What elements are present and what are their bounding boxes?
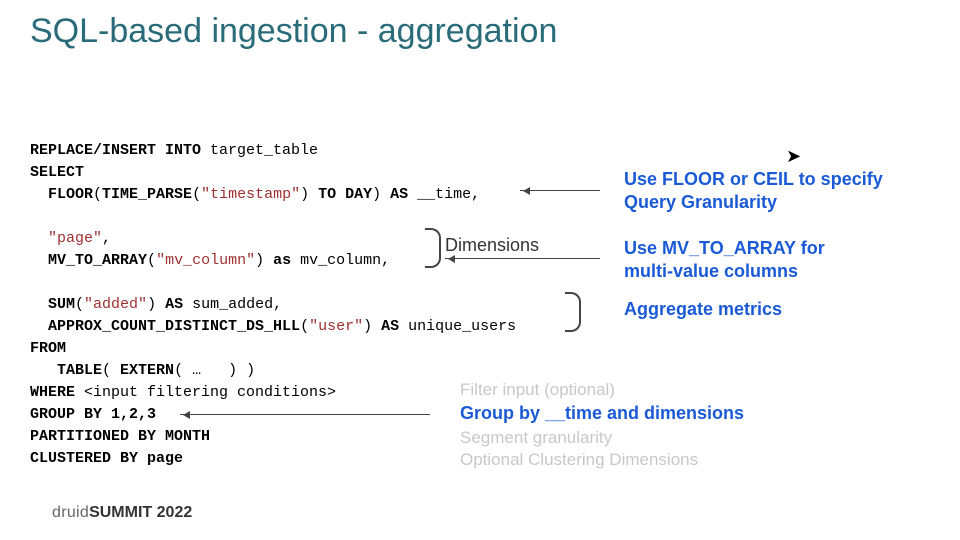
footer-event: SUMMIT (89, 504, 152, 521)
annot-group: Group by __time and dimensions (460, 402, 744, 425)
annot-cluster: Optional Clustering Dimensions (460, 448, 698, 471)
footer-year: 2022 (157, 504, 193, 521)
arrow-granularity (520, 190, 600, 191)
footer: druidSUMMIT 2022 (52, 504, 192, 522)
sql-code-block: REPLACE/INSERT INTO target_table SELECT … (30, 140, 516, 470)
arrow-group (180, 414, 430, 415)
arrow-mv (445, 258, 600, 259)
cursor-icon: ➤ (786, 146, 801, 167)
annot-mv: Use MV_TO_ARRAY for multi-value columns (624, 237, 825, 283)
annot-aggregate: Aggregate metrics (624, 298, 782, 321)
annot-granularity: Use FLOOR or CEIL to specify Query Granu… (624, 168, 883, 214)
slide-title: SQL-based ingestion - aggregation (30, 12, 557, 51)
brace-aggregate (565, 292, 581, 332)
dimensions-label: Dimensions (445, 235, 539, 256)
brace-dimensions (425, 228, 441, 268)
footer-brand: druid (52, 504, 89, 521)
annot-filter: Filter input (optional) (460, 378, 615, 401)
annot-segment: Segment granularity (460, 426, 612, 449)
